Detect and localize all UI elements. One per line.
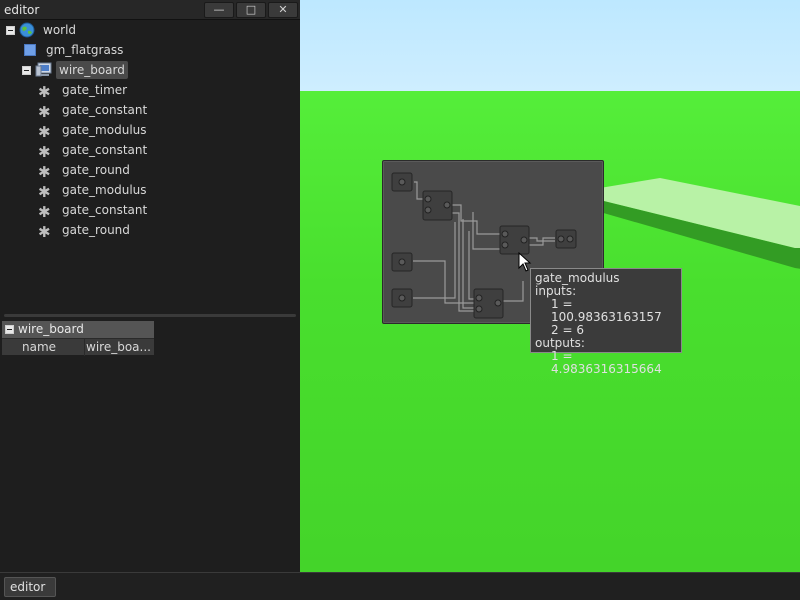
- minimize-button[interactable]: —: [204, 2, 234, 18]
- puzzle-icon: ✱: [38, 143, 51, 161]
- square-icon: [24, 44, 36, 56]
- collapse-toggle-icon[interactable]: [6, 26, 15, 35]
- panel-splitter[interactable]: [4, 314, 296, 317]
- column-divider: [84, 339, 85, 356]
- tree-item-gate[interactable]: ✱ gate_modulus: [0, 180, 300, 201]
- tree-item-gate[interactable]: ✱ gate_constant: [0, 140, 300, 161]
- editor-title: editor: [4, 3, 40, 17]
- tooltip-input-1: 1 = 100.98363163157: [551, 297, 662, 324]
- tree-item-map[interactable]: gm_flatgrass: [0, 40, 300, 60]
- tree-item-gate[interactable]: ✱ gate_round: [0, 220, 300, 241]
- tree-item-label: world: [43, 23, 77, 37]
- tree-item-label: gate_constant: [62, 203, 148, 217]
- tree-item-wire-board[interactable]: wire_board: [0, 60, 300, 80]
- properties-title: wire_board: [18, 322, 84, 336]
- tree-item-gate[interactable]: ✱ gate_modulus: [0, 120, 300, 141]
- minimize-icon: —: [213, 3, 225, 16]
- tree-item-world[interactable]: world: [0, 20, 300, 40]
- close-button[interactable]: ✕: [268, 2, 298, 18]
- tree-item-label: gate_modulus: [62, 123, 147, 137]
- puzzle-icon: ✱: [38, 183, 51, 201]
- tree-item-label: gate_timer: [62, 83, 128, 97]
- tree-item-label: wire_board: [56, 61, 128, 79]
- tree-item-label: gm_flatgrass: [46, 43, 124, 57]
- close-icon: ✕: [278, 3, 288, 16]
- editor-window: editor — □ ✕ world gm_flatgrass wire_boa…: [0, 0, 300, 572]
- puzzle-icon: ✱: [38, 223, 51, 241]
- tree-item-label: gate_round: [62, 223, 130, 237]
- maximize-button[interactable]: □: [236, 2, 266, 18]
- collapse-toggle-icon[interactable]: [22, 66, 31, 75]
- gate-tooltip: gate_modulus inputs: 1 = 100.98363163157…: [530, 268, 682, 376]
- puzzle-icon: ✱: [38, 103, 51, 121]
- globe-icon: [19, 22, 35, 38]
- tree-item-gate[interactable]: ✱ gate_timer: [0, 80, 300, 101]
- tree-item-label: gate_round: [62, 163, 130, 177]
- puzzle-icon: ✱: [38, 203, 51, 221]
- properties-header[interactable]: wire_board: [2, 321, 154, 338]
- tooltip-output-1: 1 = 4.9836316315664: [551, 349, 662, 376]
- tree-item-gate[interactable]: ✱ gate_constant: [0, 100, 300, 121]
- tree-item-gate[interactable]: ✱ gate_round: [0, 160, 300, 181]
- tree-item-label: gate_modulus: [62, 183, 147, 197]
- puzzle-icon: ✱: [38, 163, 51, 181]
- properties-panel: wire_board name wire_boa...: [2, 321, 154, 356]
- maximize-icon: □: [245, 3, 257, 16]
- taskbar-editor-button[interactable]: editor: [4, 577, 56, 597]
- editor-titlebar[interactable]: editor — □ ✕: [0, 0, 300, 20]
- puzzle-icon: ✱: [38, 123, 51, 141]
- tree-item-label: gate_constant: [62, 103, 148, 117]
- tree-item-gate[interactable]: ✱ gate_constant: [0, 200, 300, 221]
- property-key: name: [22, 340, 57, 354]
- scene-tree: world gm_flatgrass wire_board ✱ gate_tim…: [0, 20, 300, 316]
- taskbar: editor: [0, 572, 800, 600]
- computer-icon: [35, 62, 52, 77]
- collapse-toggle-icon[interactable]: [5, 325, 14, 334]
- tree-item-label: gate_constant: [62, 143, 148, 157]
- property-value: wire_boa...: [86, 340, 151, 354]
- sky: [300, 0, 800, 95]
- property-row[interactable]: name wire_boa...: [2, 338, 154, 356]
- puzzle-icon: ✱: [38, 83, 51, 101]
